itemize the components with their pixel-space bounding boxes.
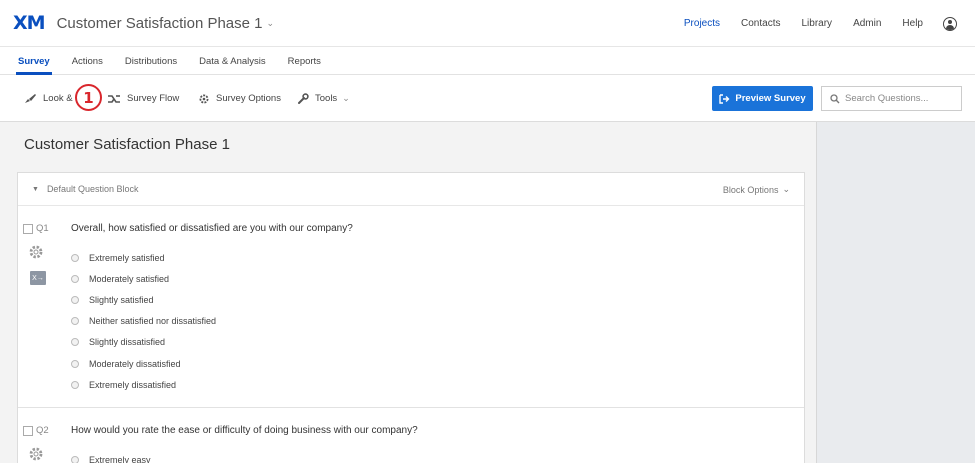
gear-icon xyxy=(29,447,43,461)
survey-flow-button[interactable]: Survey Flow xyxy=(107,75,179,122)
user-account-icon[interactable] xyxy=(943,16,957,31)
block-options-dropdown[interactable]: Block Options ⌄ xyxy=(723,173,790,206)
choice-item[interactable]: Moderately satisfied xyxy=(71,268,216,289)
radio-button[interactable] xyxy=(71,295,79,304)
project-title-dropdown[interactable]: Customer Satisfaction Phase 1 ⌄ xyxy=(57,15,274,32)
tab-actions[interactable]: Actions xyxy=(72,56,103,74)
nav-help[interactable]: Help xyxy=(902,18,923,29)
question-settings-button[interactable] xyxy=(28,446,63,463)
wrench-icon xyxy=(298,92,309,104)
radio-button[interactable] xyxy=(71,359,79,368)
choice-item[interactable]: Extremely satisfied xyxy=(71,247,216,268)
top-bar: XM Customer Satisfaction Phase 1 ⌄ Proje… xyxy=(0,0,975,47)
search-questions-input[interactable] xyxy=(845,93,955,104)
chevron-down-icon: ⌄ xyxy=(266,17,275,28)
project-title: Customer Satisfaction Phase 1 xyxy=(56,14,263,32)
choice-item[interactable]: Slightly dissatisfied xyxy=(71,332,216,353)
checkbox-icon xyxy=(23,425,33,436)
tools-label: Tools xyxy=(315,93,338,104)
choice-item[interactable]: Slightly satisfied xyxy=(71,289,216,310)
radio-button[interactable] xyxy=(71,317,79,326)
look-and-feel-button[interactable]: Look & xyxy=(24,75,73,122)
choice-label: Extremely dissatisfied xyxy=(89,379,177,390)
survey-options-button[interactable]: Survey Options xyxy=(198,75,281,122)
look-and-feel-label: Look & xyxy=(43,93,73,104)
radio-button[interactable] xyxy=(71,274,79,283)
right-side-panel xyxy=(816,122,975,463)
choice-label: Extremely satisfied xyxy=(89,252,165,263)
tools-dropdown[interactable]: Tools ⌄ xyxy=(297,75,350,122)
radio-button[interactable] xyxy=(71,455,79,463)
checkbox-icon xyxy=(23,223,33,234)
choice-label: Moderately satisfied xyxy=(89,273,170,284)
question-block: ▼ Default Question Block Block Options ⌄… xyxy=(17,172,805,463)
tab-bar: Survey Actions Distributions Data & Anal… xyxy=(0,47,975,75)
answer-choices: Extremely easy xyxy=(71,449,151,463)
collapse-triangle-icon[interactable]: ▼ xyxy=(32,186,39,193)
question-select-checkbox[interactable]: Q1 xyxy=(23,223,63,234)
choice-label: Moderately dissatisfied xyxy=(89,358,181,369)
survey-flow-icon xyxy=(108,94,120,103)
x-function-icon[interactable]: X→ xyxy=(30,271,46,285)
radio-button[interactable] xyxy=(71,380,79,389)
search-questions-box[interactable] xyxy=(821,86,962,111)
question-settings-button[interactable] xyxy=(28,244,63,263)
block-name: Default Question Block xyxy=(46,184,139,194)
nav-contacts[interactable]: Contacts xyxy=(741,18,780,29)
gear-icon xyxy=(199,94,209,103)
question-select-checkbox[interactable]: Q2 xyxy=(23,425,63,436)
answer-choices: Extremely satisfied Moderately satisfied… xyxy=(71,247,216,395)
choice-label: Extremely easy xyxy=(89,454,151,463)
preview-survey-button[interactable]: Preview Survey xyxy=(712,86,813,111)
block-options-label: Block Options xyxy=(722,184,779,195)
question-divider xyxy=(18,407,804,408)
tab-distributions[interactable]: Distributions xyxy=(125,56,177,74)
preview-survey-label: Preview Survey xyxy=(735,93,806,104)
question-side-controls: Q1 X→ xyxy=(23,223,63,285)
question-text: Overall, how satisfied or dissatisfied a… xyxy=(71,223,353,234)
paint-brush-icon xyxy=(25,94,36,103)
nav-projects[interactable]: Projects xyxy=(684,18,720,29)
question-side-controls: Q2 xyxy=(23,425,63,463)
tab-reports[interactable]: Reports xyxy=(288,56,321,74)
survey-options-label: Survey Options xyxy=(216,93,281,104)
choice-item[interactable]: Extremely dissatisfied xyxy=(71,374,216,395)
preview-icon xyxy=(719,93,730,104)
block-header[interactable]: ▼ Default Question Block Block Options ⌄ xyxy=(18,173,804,206)
step-callout-marker: 1 xyxy=(75,84,102,111)
question-number: Q1 xyxy=(36,223,49,234)
choice-item[interactable]: Extremely easy xyxy=(71,449,151,463)
choice-label: Slightly satisfied xyxy=(89,294,154,305)
tab-survey[interactable]: Survey xyxy=(16,56,52,75)
chevron-down-icon: ⌄ xyxy=(342,93,350,103)
choice-label: Slightly dissatisfied xyxy=(89,337,166,348)
survey-title: Customer Satisfaction Phase 1 xyxy=(24,136,230,153)
search-icon xyxy=(830,93,840,103)
choice-label: Neither satisfied nor dissatisfied xyxy=(89,316,217,327)
choice-item[interactable]: Moderately dissatisfied xyxy=(71,353,216,374)
choice-item[interactable]: Neither satisfied nor dissatisfied xyxy=(71,311,216,332)
nav-admin[interactable]: Admin xyxy=(853,18,881,29)
question-text: How would you rate the ease or difficult… xyxy=(71,425,418,436)
chevron-down-icon: ⌄ xyxy=(782,184,790,194)
tab-data-analysis[interactable]: Data & Analysis xyxy=(199,56,266,74)
question-number: Q2 xyxy=(36,425,49,436)
radio-button[interactable] xyxy=(71,338,79,347)
gear-icon xyxy=(29,245,43,259)
nav-library[interactable]: Library xyxy=(801,18,832,29)
xm-logo[interactable]: XM xyxy=(13,12,46,34)
top-nav: Projects Contacts Library Admin Help xyxy=(663,0,957,47)
survey-flow-label: Survey Flow xyxy=(127,93,180,104)
radio-button[interactable] xyxy=(71,253,79,262)
